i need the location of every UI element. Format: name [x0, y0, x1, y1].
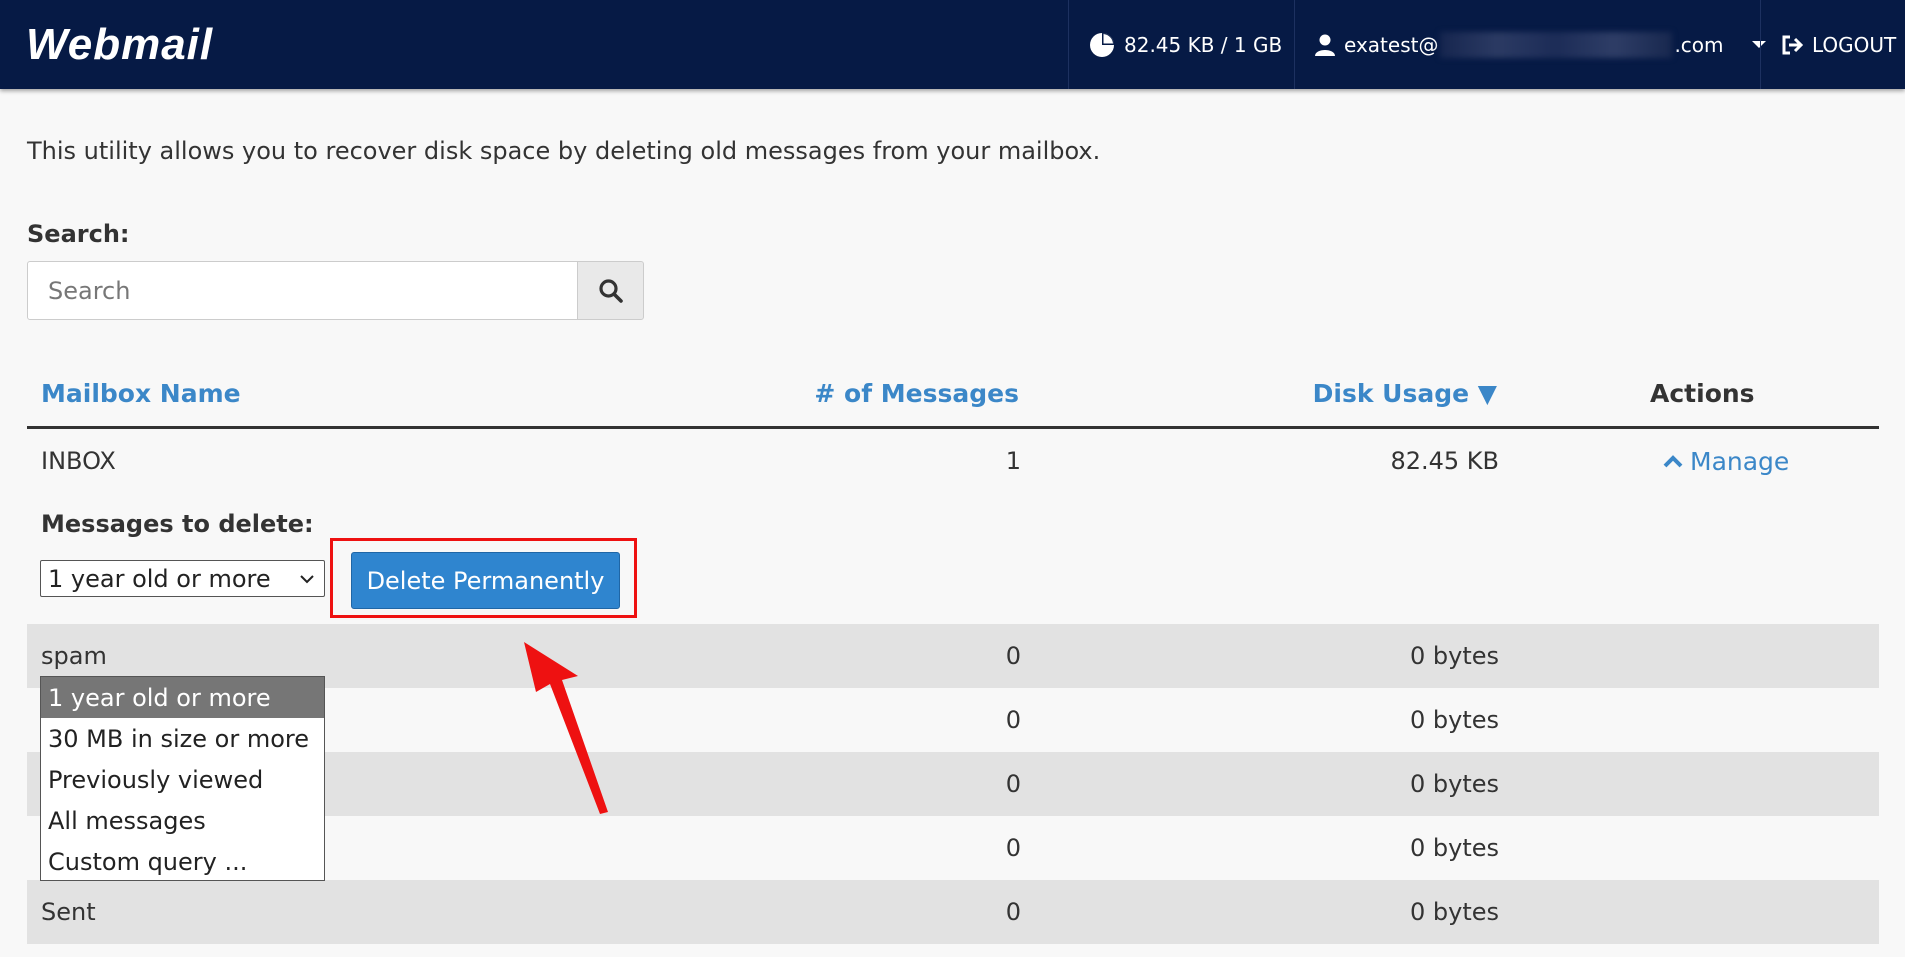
caret-down-icon: [1751, 41, 1766, 48]
user-email-suffix: .com: [1674, 32, 1724, 57]
column-header-messages[interactable]: # of Messages: [814, 379, 1019, 408]
annotation-highlight-box: [330, 538, 637, 618]
search-button[interactable]: [577, 261, 644, 320]
disk-usage: 0 bytes: [1409, 834, 1499, 862]
message-count: 0: [1005, 898, 1021, 926]
chevron-up-icon: [1663, 455, 1683, 468]
webmail-logo[interactable]: Webmail: [26, 20, 213, 70]
option-previously-viewed[interactable]: Previously viewed: [41, 759, 324, 800]
logout-label: LOGOUT: [1812, 32, 1897, 57]
pie-chart-icon: [1090, 32, 1114, 57]
delete-criteria-select[interactable]: 1 year old or more: [40, 560, 325, 597]
header-divider: [1068, 0, 1069, 89]
message-count: 1: [1005, 447, 1021, 475]
option-one-year[interactable]: 1 year old or more: [41, 677, 324, 718]
header-divider: [1760, 0, 1761, 89]
messages-to-delete-label: Messages to delete:: [41, 510, 314, 538]
table-row: Sent 0 0 bytes: [27, 880, 1879, 944]
column-header-disk-usage[interactable]: Disk Usage ▼: [1313, 379, 1497, 408]
logout-icon: [1782, 35, 1804, 54]
search-input[interactable]: [27, 261, 578, 320]
user-icon: [1315, 34, 1335, 56]
disk-quota-indicator[interactable]: 82.45 KB / 1 GB: [1088, 0, 1282, 89]
manage-link[interactable]: Manage: [1662, 429, 1789, 493]
chevron-down-icon: [300, 575, 314, 584]
message-count: 0: [1005, 706, 1021, 734]
search-icon: [598, 278, 623, 303]
logout-button[interactable]: LOGOUT: [1780, 0, 1896, 89]
option-30mb[interactable]: 30 MB in size or more: [41, 718, 324, 759]
option-all-messages[interactable]: All messages: [41, 800, 324, 841]
search-label: Search:: [27, 220, 130, 248]
column-header-mailbox-name[interactable]: Mailbox Name: [41, 379, 241, 408]
annotation-arrow-icon: [524, 642, 608, 814]
column-header-actions: Actions: [1650, 379, 1755, 408]
delete-criteria-options[interactable]: 1 year old or more 30 MB in size or more…: [40, 676, 325, 881]
quota-text: 82.45 KB / 1 GB: [1124, 32, 1283, 57]
redacted-email-area: [1440, 31, 1673, 58]
disk-usage: 0 bytes: [1409, 898, 1499, 926]
manage-label: Manage: [1690, 446, 1790, 476]
option-custom-query[interactable]: Custom query ...: [41, 841, 324, 882]
message-count: 0: [1005, 770, 1021, 798]
disk-usage: 82.45 KB: [1390, 447, 1499, 475]
user-email-prefix: exatest@: [1344, 32, 1439, 57]
intro-text: This utility allows you to recover disk …: [27, 137, 1101, 165]
header-divider: [1294, 0, 1295, 89]
message-count: 0: [1005, 642, 1021, 670]
disk-usage: 0 bytes: [1409, 770, 1499, 798]
top-navbar: Webmail 82.45 KB / 1 GB exatest@ .com LO…: [0, 0, 1905, 89]
mailbox-name: Sent: [41, 898, 96, 926]
disk-usage: 0 bytes: [1409, 706, 1499, 734]
selected-option: 1 year old or more: [48, 564, 271, 593]
user-menu[interactable]: exatest@ .com: [1314, 0, 1766, 89]
disk-usage: 0 bytes: [1409, 642, 1499, 670]
message-count: 0: [1005, 834, 1021, 862]
mailbox-name: INBOX: [41, 447, 116, 475]
table-row-inbox: INBOX 1 82.45 KB Manage: [27, 429, 1879, 493]
